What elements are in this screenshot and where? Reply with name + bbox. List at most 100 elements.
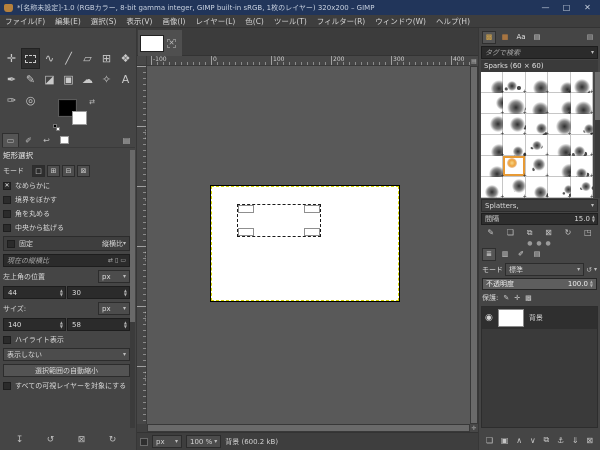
- colors-tab[interactable]: [56, 133, 73, 147]
- delete-tool-preset-button[interactable]: ⊠: [78, 435, 86, 445]
- ruler-menu-icon[interactable]: ▤: [470, 56, 478, 66]
- position-x-field[interactable]: 44 ▲ ▼: [3, 286, 66, 299]
- position-y-field[interactable]: 30 ▲ ▼: [67, 286, 130, 299]
- brush-item[interactable]: [503, 135, 527, 158]
- size-unit-combo[interactable]: px ▾: [98, 302, 130, 315]
- dock-menu-icon[interactable]: ▤: [530, 248, 544, 261]
- selection-handle-top-left[interactable]: [238, 205, 254, 213]
- clone-tool[interactable]: ▣: [59, 69, 78, 90]
- brush-item[interactable]: [481, 177, 505, 198]
- swap-aspect-icon[interactable]: ⇄: [108, 257, 113, 264]
- duplicate-brush-button[interactable]: ⧉: [527, 228, 533, 238]
- restore-tool-preset-button[interactable]: ↺: [47, 435, 55, 445]
- brush-item[interactable]: [481, 135, 508, 161]
- zoom-tool[interactable]: ◎: [21, 90, 40, 111]
- layers-tab[interactable]: ≣: [482, 247, 496, 261]
- rounded-corners-row[interactable]: 角を丸める: [3, 208, 130, 219]
- brush-item[interactable]: [481, 93, 510, 116]
- new-brush-button[interactable]: ❏: [507, 228, 514, 237]
- brush-item[interactable]: [525, 177, 550, 198]
- menu-windows[interactable]: ウィンドウ(W): [370, 16, 431, 27]
- tag-filter-input[interactable]: タグで検索 ▾: [481, 46, 598, 59]
- brush-item[interactable]: [548, 177, 574, 198]
- selection-handle-bottom-left[interactable]: [238, 228, 254, 236]
- brush-item[interactable]: [503, 72, 527, 95]
- patterns-tab[interactable]: ▦: [498, 31, 512, 44]
- brushes-tab[interactable]: ▩: [482, 30, 496, 44]
- dock-menu-icon[interactable]: ▤: [118, 133, 135, 147]
- brush-item[interactable]: [525, 114, 550, 137]
- brush-item[interactable]: [503, 177, 527, 198]
- fonts-tab[interactable]: Aa: [514, 31, 528, 44]
- brush-item[interactable]: [525, 135, 550, 158]
- dock-splitter[interactable]: ● ● ●: [479, 240, 600, 247]
- chevron-down-icon[interactable]: ▾: [591, 49, 594, 56]
- brush-tags-input[interactable]: Splatters, ▾: [481, 199, 598, 212]
- ink-tool[interactable]: ✒: [2, 69, 21, 90]
- position-unit-combo[interactable]: px ▾: [98, 270, 130, 283]
- layer-row[interactable]: ◉ 背景: [482, 307, 597, 329]
- free-select-tool[interactable]: ∿: [40, 48, 59, 69]
- menu-layer[interactable]: レイヤー(L): [190, 16, 240, 27]
- raise-layer-button[interactable]: ∧: [516, 436, 522, 445]
- chevron-down-icon[interactable]: ▾: [594, 266, 597, 273]
- swap-colors-icon[interactable]: ⇄: [89, 98, 95, 106]
- landscape-icon[interactable]: ▭: [120, 257, 126, 264]
- spinner-icon[interactable]: ▲ ▼: [124, 320, 127, 329]
- brush-item[interactable]: [525, 93, 550, 119]
- feather-edges-checkbox[interactable]: [3, 195, 11, 204]
- brush-item[interactable]: [570, 72, 593, 96]
- antialiasing-row[interactable]: ✕ なめらかに: [3, 180, 130, 191]
- feather-edges-row[interactable]: 境界をぼかす: [3, 194, 130, 205]
- refresh-brushes-button[interactable]: ↻: [565, 228, 572, 237]
- airbrush-tool[interactable]: ✧: [97, 69, 116, 90]
- sample-merged-row[interactable]: すべての可視レイヤーを対象にする: [3, 380, 130, 391]
- vertical-ruler[interactable]: -1000100200300: [137, 66, 147, 424]
- antialiasing-checkbox[interactable]: ✕: [3, 181, 11, 190]
- menu-image[interactable]: 画像(I): [157, 16, 190, 27]
- device-status-tab[interactable]: ✐: [20, 133, 37, 147]
- brush-item[interactable]: [548, 72, 575, 97]
- merge-layer-button[interactable]: ⇓: [572, 436, 579, 445]
- brush-item[interactable]: [503, 93, 527, 117]
- lower-layer-button[interactable]: ∨: [530, 436, 536, 445]
- eraser-tool[interactable]: ◪: [40, 69, 59, 90]
- highlight-row[interactable]: ハイライト表示: [3, 334, 130, 345]
- spinner-icon[interactable]: ▲ ▼: [592, 215, 595, 223]
- expand-from-center-row[interactable]: 中央から拡げる: [3, 222, 130, 233]
- brush-item[interactable]: [570, 114, 593, 137]
- default-colors-icon[interactable]: [53, 124, 60, 131]
- visibility-eye-icon[interactable]: ◉: [485, 313, 493, 323]
- lock-position-button[interactable]: ✛: [514, 294, 520, 302]
- new-layer-group-button[interactable]: ▣: [501, 436, 509, 445]
- smudge-tool[interactable]: ☁: [78, 69, 97, 90]
- lock-pixels-button[interactable]: ✎: [503, 294, 509, 302]
- open-brush-as-image-button[interactable]: ◳: [584, 228, 592, 237]
- chevron-down-icon[interactable]: ▾: [123, 240, 126, 247]
- scrollbar-thumb[interactable]: [148, 425, 469, 431]
- quick-mask-toggle[interactable]: [140, 437, 148, 446]
- brush-item[interactable]: [503, 156, 527, 179]
- brush-grid-scrollbar[interactable]: [595, 72, 600, 198]
- highlight-checkbox[interactable]: [3, 335, 11, 344]
- close-button[interactable]: ✕: [579, 3, 596, 12]
- color-picker-tool[interactable]: ✑: [2, 90, 21, 111]
- move-tool[interactable]: ✛: [2, 48, 21, 69]
- channels-tab[interactable]: ▥: [498, 248, 512, 261]
- portrait-icon[interactable]: ▯: [115, 257, 118, 264]
- lock-alpha-button[interactable]: ▩: [525, 294, 532, 302]
- document-history-tab[interactable]: ▤: [530, 31, 544, 44]
- paintbrush-tool[interactable]: ✎: [21, 69, 40, 90]
- canvas-image[interactable]: [211, 186, 399, 301]
- crop-tool[interactable]: ▱: [78, 48, 97, 69]
- brush-item[interactable]: [481, 114, 506, 137]
- background-color-swatch[interactable]: [72, 111, 87, 125]
- mode-subtract-button[interactable]: ⊟: [62, 165, 75, 177]
- brush-item[interactable]: [570, 177, 593, 198]
- measure-tool[interactable]: ╱: [59, 48, 78, 69]
- unified-transform-tool[interactable]: ⊞: [97, 48, 116, 69]
- menu-filters[interactable]: フィルター(R): [312, 16, 370, 27]
- brush-item[interactable]: [548, 114, 574, 137]
- mode-replace-button[interactable]: □: [32, 165, 45, 177]
- horizontal-scrollbar[interactable]: [147, 424, 470, 432]
